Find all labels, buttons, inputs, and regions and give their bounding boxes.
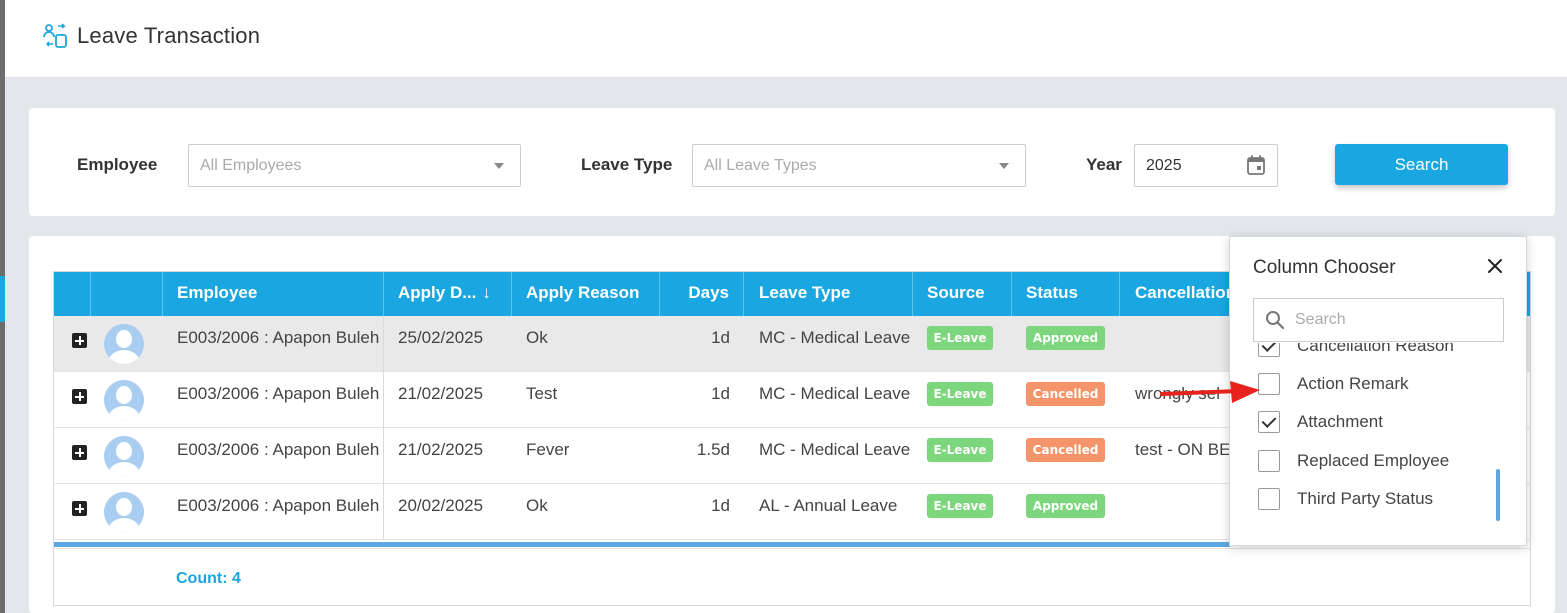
cell-apply-reason: Test <box>526 384 558 403</box>
source-badge: E-Leave <box>927 382 993 406</box>
cell-leave-type: AL - Annual Leave <box>759 496 898 515</box>
column-header-employee[interactable]: Employee <box>163 272 384 316</box>
left-nav-active-marker <box>0 276 5 322</box>
cell-apply-reason: Ok <box>526 328 548 347</box>
column-separator <box>383 316 384 372</box>
column-chooser-scrollbar[interactable] <box>1496 469 1500 521</box>
grid-footer: Count: 4 <box>54 548 1530 606</box>
expand-column-header <box>54 272 91 316</box>
close-icon[interactable] <box>1486 257 1504 275</box>
cell-apply-date: 21/02/2025 <box>398 440 484 459</box>
year-input[interactable]: 2025 <box>1134 144 1278 187</box>
plus-square-icon[interactable] <box>72 389 87 404</box>
column-separator <box>383 428 384 484</box>
cell-employee: E003/2006 : Apapon Buleh <box>177 384 380 403</box>
search-button[interactable]: Search <box>1335 144 1508 185</box>
avatar-column-header <box>91 272 163 316</box>
cell-employee: E003/2006 : Apapon Buleh <box>177 496 380 515</box>
cell-leave-type: MC - Medical Leave <box>759 440 911 459</box>
sort-down-icon: ↓ <box>482 283 491 302</box>
cell-apply-date: 21/02/2025 <box>398 384 484 403</box>
search-icon <box>1266 311 1285 330</box>
source-badge: E-Leave <box>927 326 993 350</box>
column-option-attachment[interactable]: Attachment <box>1258 411 1498 433</box>
cell-leave-type: MC - Medical Leave <box>759 384 911 403</box>
filter-panel: Employee All Employees Leave Type All Le… <box>29 108 1555 216</box>
column-chooser-search-input[interactable]: Search <box>1253 298 1504 342</box>
plus-square-icon[interactable] <box>72 501 87 516</box>
cell-days: 1d <box>711 328 730 347</box>
column-option-label: Replaced Employee <box>1297 451 1450 470</box>
row-count: Count: 4 <box>176 570 241 587</box>
cell-cancellation: test - ON BEH <box>1135 440 1230 459</box>
status-badge: Cancelled <box>1026 438 1105 462</box>
column-option-label: Attachment <box>1297 412 1383 431</box>
employee-select-placeholder: All Employees <box>200 157 302 174</box>
column-checkbox[interactable] <box>1258 450 1280 472</box>
cell-employee: E003/2006 : Apapon Buleh <box>177 440 380 459</box>
cell-apply-date: 25/02/2025 <box>398 328 484 347</box>
column-option-cancellation-reason[interactable]: Cancellation Reason <box>1258 343 1498 357</box>
red-arrow-icon <box>1160 381 1260 403</box>
column-separator <box>383 372 384 428</box>
column-header-apply-date-label: Apply D... <box>398 283 477 302</box>
user-avatar-icon <box>104 324 144 364</box>
caret-down-icon <box>494 163 504 169</box>
cell-employee: E003/2006 : Apapon Buleh <box>177 328 380 347</box>
column-header-apply-reason[interactable]: Apply Reason <box>512 272 660 316</box>
user-avatar-icon <box>104 492 144 532</box>
leave-type-filter-label: Leave Type <box>581 155 673 174</box>
cell-days: 1.5d <box>696 440 730 459</box>
user-avatar-icon <box>104 380 144 420</box>
cell-apply-reason: Ok <box>526 496 548 515</box>
plus-square-icon[interactable] <box>72 333 87 348</box>
year-input-value: 2025 <box>1146 157 1182 174</box>
year-filter-label: Year <box>1086 155 1122 174</box>
horizontal-scrollbar[interactable] <box>54 542 1230 547</box>
cell-apply-date: 20/02/2025 <box>398 496 484 515</box>
column-option-label: Third Party Status <box>1297 489 1434 508</box>
transaction-people-icon <box>43 23 67 48</box>
leave-type-select[interactable]: All Leave Types <box>692 144 1026 187</box>
leave-type-select-placeholder: All Leave Types <box>704 157 817 174</box>
plus-square-icon[interactable] <box>72 445 87 460</box>
column-option-replaced-employee[interactable]: Replaced Employee <box>1258 450 1498 472</box>
column-header-leave-type[interactable]: Leave Type <box>744 272 913 316</box>
status-badge: Approved <box>1026 494 1105 518</box>
column-header-status[interactable]: Status <box>1012 272 1120 316</box>
column-checkbox[interactable] <box>1258 488 1280 510</box>
column-chooser-list: Cancellation Reason Action Remark Attach… <box>1230 343 1526 533</box>
column-checkbox[interactable] <box>1258 343 1280 357</box>
user-avatar-icon <box>104 436 144 476</box>
column-header-source[interactable]: Source <box>913 272 1012 316</box>
page-title: Leave Transaction <box>77 23 261 48</box>
calendar-icon[interactable] <box>1247 155 1265 175</box>
employee-filter-label: Employee <box>77 155 158 174</box>
caret-down-icon <box>999 163 1009 169</box>
column-checkbox[interactable] <box>1258 411 1280 433</box>
column-option-third-party-status[interactable]: Third Party Status <box>1258 488 1498 510</box>
column-option-label: Cancellation Reason <box>1297 343 1454 355</box>
status-badge: Cancelled <box>1026 382 1105 406</box>
column-chooser-title: Column Chooser <box>1253 257 1396 278</box>
column-option-label: Action Remark <box>1297 374 1409 393</box>
cell-days: 1d <box>711 384 730 403</box>
employee-select[interactable]: All Employees <box>188 144 521 187</box>
column-header-days[interactable]: Days <box>660 272 744 316</box>
column-separator <box>383 484 384 540</box>
cell-leave-type: MC - Medical Leave <box>759 328 911 347</box>
column-header-apply-date[interactable]: Apply D... ↓ <box>384 272 512 316</box>
cell-apply-reason: Fever <box>526 440 570 459</box>
source-badge: E-Leave <box>927 494 993 518</box>
column-chooser-panel: Column Chooser Search Cancellation Reaso… <box>1229 236 1527 546</box>
status-badge: Approved <box>1026 326 1105 350</box>
source-badge: E-Leave <box>927 438 993 462</box>
column-chooser-search-placeholder: Search <box>1295 311 1346 328</box>
page-header: Leave Transaction <box>5 0 1567 78</box>
cell-days: 1d <box>711 496 730 515</box>
column-option-action-remark[interactable]: Action Remark <box>1258 373 1498 395</box>
